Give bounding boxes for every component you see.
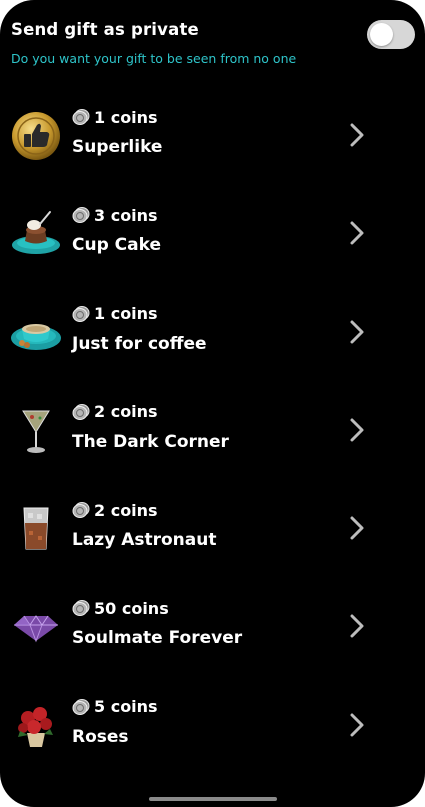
whiskey-glass-icon [10,503,62,555]
chevron-right-icon [348,712,366,738]
gift-price: 1 coins [94,304,158,324]
gift-price: 5 coins [94,697,158,717]
gift-item-lazy-astronaut[interactable]: 2 coins Lazy Astronaut [0,479,425,577]
coffee-cup-icon [10,307,62,359]
gift-item-soulmate-forever[interactable]: 50 coins Soulmate Forever [0,577,425,675]
gift-name: Soulmate Forever [72,628,243,649]
screen: Send gift as private Do you want your gi… [0,0,425,807]
gift-price: 3 coins [94,205,158,225]
diamond-icon [10,601,62,653]
gift-item-just-for-coffee[interactable]: 1 coins Just for coffee [0,283,425,381]
gift-list: 1 coins Superlike 3 coins Cup Cake 1 coi… [0,86,425,774]
coin-icon [72,501,90,519]
coin-icon [72,599,90,617]
gift-item-cup-cake[interactable]: 3 coins Cup Cake [0,184,425,282]
gift-price: 2 coins [94,500,158,520]
coin-icon [72,305,90,323]
gift-price: 1 coins [94,107,158,127]
chevron-right-icon [348,613,366,639]
gift-item-roses[interactable]: 5 coins Roses [0,676,425,774]
chevron-right-icon [348,515,366,541]
home-indicator[interactable] [149,797,277,801]
coin-icon [72,206,90,224]
gift-price: 2 coins [94,402,158,422]
cupcake-icon [10,208,62,260]
martini-glass-icon [10,405,62,457]
gift-item-the-dark-corner[interactable]: 2 coins The Dark Corner [0,381,425,479]
chevron-right-icon [348,220,366,246]
coin-icon [72,698,90,716]
private-gift-header: Send gift as private Do you want your gi… [11,20,415,70]
gift-name: The Dark Corner [72,431,229,452]
gift-name: Roses [72,726,129,747]
gift-name: Superlike [72,137,163,157]
gift-name: Cup Cake [72,235,161,256]
private-toggle[interactable] [367,20,415,49]
gift-price: 50 coins [94,598,169,618]
coin-icon [72,108,90,126]
gift-name: Lazy Astronaut [72,530,217,551]
chevron-right-icon [348,417,366,443]
page-subtitle: Do you want your gift to be seen from no… [11,51,297,66]
roses-bouquet-icon [10,700,62,752]
chevron-right-icon [348,122,366,148]
gift-name: Just for coffee [72,333,207,354]
thumbs-up-icon [10,110,62,162]
toggle-knob [370,23,393,46]
page-title: Send gift as private [11,20,199,39]
coin-icon [72,403,90,421]
chevron-right-icon [348,319,366,345]
gift-item-superlike[interactable]: 1 coins Superlike [0,86,425,184]
